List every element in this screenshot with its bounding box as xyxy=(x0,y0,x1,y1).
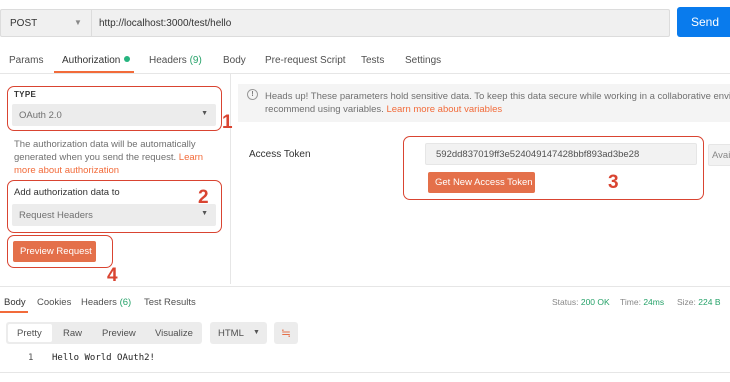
pane-divider xyxy=(230,74,231,284)
send-button[interactable]: Send xyxy=(677,7,730,37)
tab-params[interactable]: Params xyxy=(9,55,43,66)
wrap-lines-icon: ≒ xyxy=(280,326,292,340)
wrap-lines-button[interactable]: ≒ xyxy=(274,322,298,344)
view-mode-raw[interactable]: Raw xyxy=(63,328,82,339)
status-dot-icon xyxy=(124,56,131,62)
access-token-label: Access Token xyxy=(249,149,311,160)
chevron-down-icon: ▼ xyxy=(74,18,82,27)
auth-help-text: The authorization data will be automatic… xyxy=(14,139,204,176)
url-value: http://localhost:3000/test/hello xyxy=(99,18,232,29)
banner-line-1: Heads up! These parameters hold sensitiv… xyxy=(265,91,730,102)
annotation-number-4: 4 xyxy=(107,265,118,286)
annotation-box-3 xyxy=(403,136,704,200)
response-tab-headers[interactable]: Headers (6) xyxy=(81,297,131,308)
format-select[interactable]: HTML ▼ xyxy=(210,322,267,344)
response-body-line[interactable]: Hello World OAuth2! xyxy=(52,353,155,363)
info-icon: ! xyxy=(247,89,258,100)
response-time: Time: 24ms xyxy=(620,297,665,307)
request-tabs: Params Authorization Headers (9) Body Pr… xyxy=(0,46,730,74)
available-tokens-select[interactable]: Avail xyxy=(708,144,730,166)
method-select[interactable]: POST ▼ xyxy=(0,9,91,37)
annotation-box-2 xyxy=(7,180,222,233)
view-mode-pretty[interactable]: Pretty xyxy=(17,328,42,339)
annotation-number-1: 1 xyxy=(222,112,233,133)
view-mode-preview[interactable]: Preview xyxy=(102,328,136,339)
response-status: Status: 200 OK xyxy=(552,297,610,307)
method-value: POST xyxy=(10,18,38,29)
sensitive-data-banner: ! Heads up! These parameters hold sensit… xyxy=(238,84,730,122)
response-size: Size: 224 B xyxy=(677,297,721,307)
chevron-down-icon: ▼ xyxy=(253,329,260,336)
tab-tests[interactable]: Tests xyxy=(361,55,384,66)
tab-settings[interactable]: Settings xyxy=(405,55,441,66)
tab-body[interactable]: Body xyxy=(223,55,246,66)
annotation-number-2: 2 xyxy=(198,187,209,208)
response-tabs: Body Cookies Headers (6) Test Results St… xyxy=(0,286,730,314)
format-value: HTML xyxy=(218,328,244,339)
annotation-box-4 xyxy=(7,235,113,268)
view-mode-visualize[interactable]: Visualize xyxy=(155,328,193,339)
tab-pre-request-script[interactable]: Pre-request Script xyxy=(265,55,346,66)
line-number: 1 xyxy=(28,353,34,363)
learn-more-variables-link[interactable]: Learn more about variables xyxy=(386,104,502,115)
tab-headers[interactable]: Headers (9) xyxy=(149,55,202,66)
tab-authorization[interactable]: Authorization xyxy=(62,55,131,66)
bottom-divider xyxy=(0,372,730,373)
annotation-number-3: 3 xyxy=(608,172,619,193)
active-tab-indicator xyxy=(54,71,134,73)
response-tab-body[interactable]: Body xyxy=(4,297,26,308)
url-input[interactable]: http://localhost:3000/test/hello xyxy=(91,9,670,37)
response-tab-test-results[interactable]: Test Results xyxy=(144,297,196,308)
annotation-box-1 xyxy=(7,86,222,131)
response-active-tab-indicator xyxy=(0,311,28,313)
response-tab-cookies[interactable]: Cookies xyxy=(37,297,71,308)
view-mode-toggle: Pretty Raw Preview Visualize xyxy=(6,322,202,344)
banner-line-2: recommend using variables. xyxy=(265,104,384,115)
